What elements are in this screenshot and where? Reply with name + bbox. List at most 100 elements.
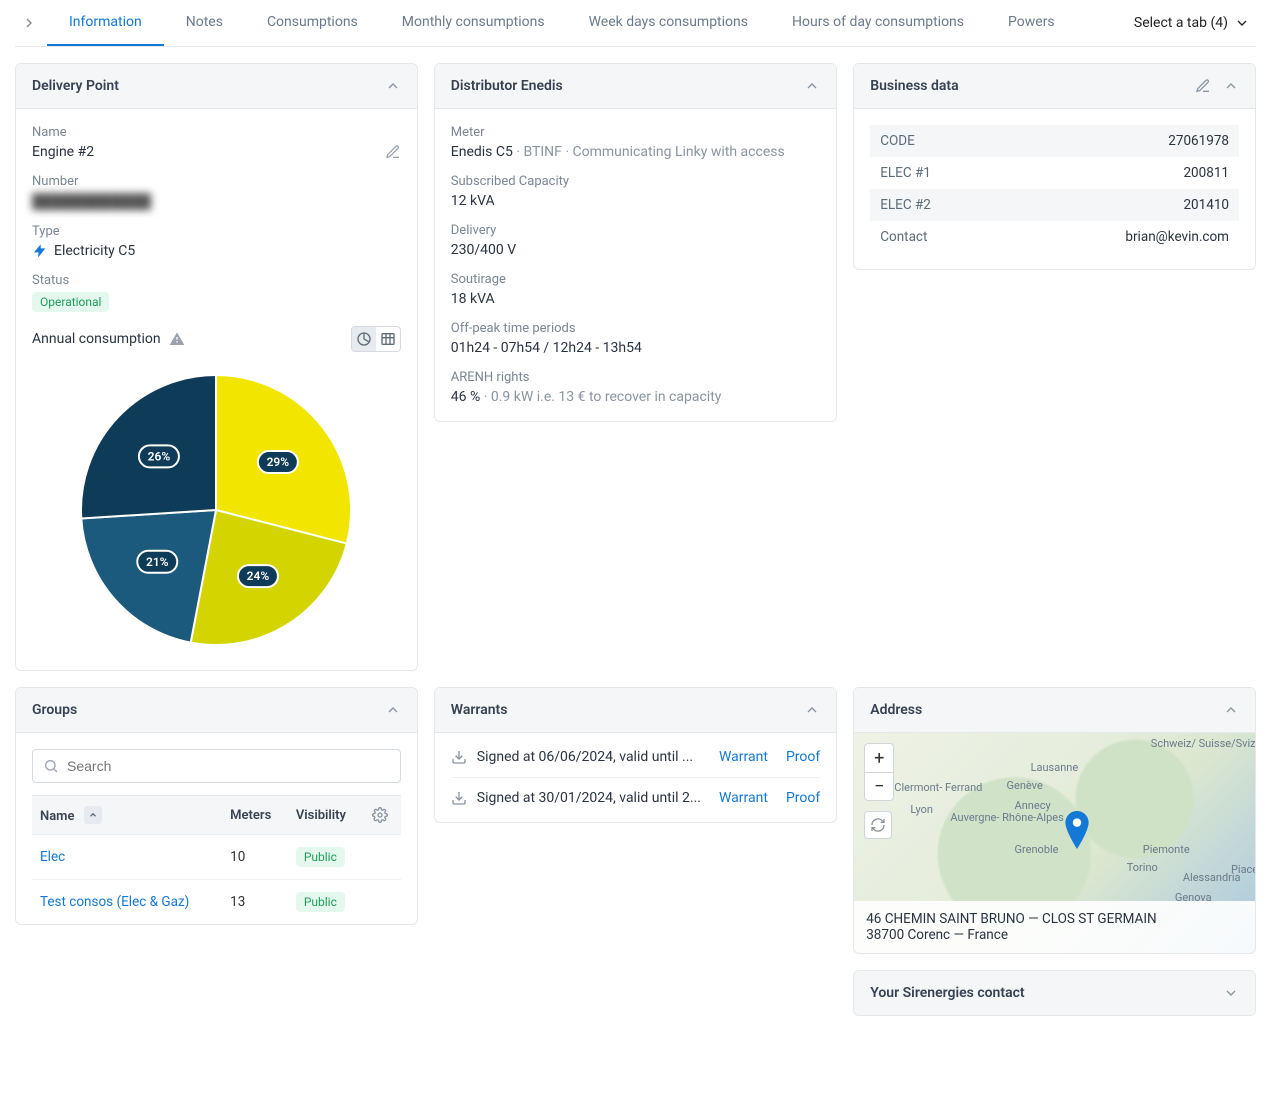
- status-badge: Operational: [32, 292, 109, 312]
- group-link[interactable]: Elec: [40, 849, 65, 865]
- arenh-strong: 46 %: [451, 389, 480, 405]
- card-title: Groups: [32, 702, 77, 718]
- warrant-link[interactable]: Warrant: [719, 790, 768, 806]
- tab-notes[interactable]: Notes: [164, 0, 245, 46]
- chevron-right-icon[interactable]: [15, 3, 47, 43]
- map-label: Alessandria: [1183, 871, 1241, 884]
- refresh-button[interactable]: [864, 811, 892, 839]
- table-view-button[interactable]: [376, 327, 400, 351]
- arenh-label: ARENH rights: [451, 370, 820, 385]
- map-label: Lyon: [910, 803, 933, 816]
- chevron-up-icon[interactable]: [385, 78, 401, 94]
- chevron-up-icon[interactable]: [385, 702, 401, 718]
- search-icon: [43, 758, 59, 774]
- card-title: Distributor Enedis: [451, 78, 563, 94]
- bd-value: brian@kevin.com: [1004, 221, 1239, 253]
- table-row: CODE27061978: [870, 125, 1239, 157]
- svg-text:21%: 21%: [146, 555, 169, 569]
- warrant-link[interactable]: Warrant: [719, 749, 768, 765]
- chevron-up-icon[interactable]: [1223, 702, 1239, 718]
- edit-icon[interactable]: [1195, 78, 1211, 94]
- address-card: Address + − Schweiz/ Suisse/Svizzera/ Sv…: [853, 687, 1256, 954]
- map-label: Auvergne- Rhône-Alpes: [950, 811, 1063, 824]
- bd-label: ELEC #2: [870, 189, 1004, 221]
- sort-asc-icon[interactable]: [84, 806, 102, 824]
- meter-strong: Enedis C5: [451, 144, 513, 160]
- bd-value: 200811: [1004, 157, 1239, 189]
- tab-powers[interactable]: Powers: [986, 0, 1077, 46]
- warrants-card: Warrants Signed at 06/06/2024, valid unt…: [434, 687, 837, 823]
- delivery-point-card: Delivery Point Name Engine #2 Number ███…: [15, 63, 418, 671]
- map-marker-icon: [1063, 811, 1091, 853]
- card-title: Address: [870, 702, 922, 718]
- soutirage-value: 18 kVA: [451, 291, 820, 307]
- list-item: Signed at 30/01/2024, valid until 2... W…: [451, 778, 820, 818]
- map-label: Annecy: [1015, 799, 1051, 812]
- table-row: ELEC #2201410: [870, 189, 1239, 221]
- proof-link[interactable]: Proof: [786, 749, 820, 765]
- zoom-out-button[interactable]: −: [865, 772, 893, 800]
- col-meters[interactable]: Meters: [222, 796, 288, 835]
- visibility-badge: Public: [296, 892, 345, 912]
- address-line1: 46 CHEMIN SAINT BRUNO — CLOS ST GERMAIN: [866, 911, 1243, 927]
- tab-monthly-consumptions[interactable]: Monthly consumptions: [380, 0, 567, 46]
- bd-value: 201410: [1004, 189, 1239, 221]
- table-row: ELEC #1200811: [870, 157, 1239, 189]
- col-visibility[interactable]: Visibility: [288, 796, 364, 835]
- edit-icon[interactable]: [385, 144, 401, 160]
- capacity-label: Subscribed Capacity: [451, 174, 820, 189]
- gear-icon[interactable]: [372, 807, 393, 823]
- soutirage-label: Soutirage: [451, 272, 820, 287]
- bd-value: 27061978: [1004, 125, 1239, 157]
- sirenergies-contact-card: Your Sirenergies contact: [853, 970, 1256, 1016]
- table-row: Contactbrian@kevin.com: [870, 221, 1239, 253]
- bd-label: Contact: [870, 221, 1004, 253]
- chevron-up-icon[interactable]: [804, 702, 820, 718]
- tab-hours-of-day-consumptions[interactable]: Hours of day consumptions: [770, 0, 986, 46]
- warning-icon[interactable]: [169, 331, 185, 347]
- card-title: Your Sirenergies contact: [870, 985, 1024, 1001]
- tab-week-days-consumptions[interactable]: Week days consumptions: [567, 0, 770, 46]
- map[interactable]: + − Schweiz/ Suisse/Svizzera/ SvizraLaus…: [854, 733, 1255, 953]
- groups-table: Name Meters Visibility: [32, 795, 401, 924]
- offpeak-value: 01h24 - 07h54 / 12h24 - 13h54: [451, 340, 820, 356]
- col-name[interactable]: Name: [32, 796, 222, 835]
- name-label: Name: [32, 125, 401, 140]
- name-value: Engine #2: [32, 144, 94, 160]
- tab-select-label: Select a tab (4): [1134, 15, 1228, 31]
- tab-consumptions[interactable]: Consumptions: [245, 0, 380, 46]
- type-value: Electricity C5: [54, 243, 135, 259]
- proof-link[interactable]: Proof: [786, 790, 820, 806]
- map-label: Clermont- Ferrand: [894, 781, 982, 794]
- col-name-label: Name: [40, 809, 74, 824]
- map-label: Grenoble: [1015, 843, 1059, 856]
- card-title: Delivery Point: [32, 78, 119, 94]
- tab-information[interactable]: Information: [47, 0, 164, 46]
- download-icon[interactable]: [451, 790, 467, 806]
- distributor-card: Distributor Enedis Meter Enedis C5 · BTI…: [434, 63, 837, 422]
- list-item: Signed at 06/06/2024, valid until ... Wa…: [451, 737, 820, 778]
- svg-text:24%: 24%: [247, 569, 270, 583]
- tab-select-dropdown[interactable]: Select a tab (4): [1134, 15, 1256, 31]
- chart-view-button[interactable]: [352, 327, 376, 351]
- number-label: Number: [32, 174, 401, 189]
- chevron-up-icon[interactable]: [1223, 78, 1239, 94]
- group-meters: 13: [222, 880, 288, 925]
- delivery-label: Delivery: [451, 223, 820, 238]
- zoom-in-button[interactable]: +: [865, 744, 893, 772]
- download-icon[interactable]: [451, 749, 467, 765]
- annual-consumption-label: Annual consumption: [32, 331, 161, 347]
- map-label: Lausanne: [1031, 761, 1079, 774]
- chevron-down-icon[interactable]: [1223, 985, 1239, 1001]
- view-toggle: [351, 326, 401, 352]
- svg-text:29%: 29%: [267, 455, 290, 469]
- table-row: Test consos (Elec & Gaz) 13 Public: [32, 880, 401, 925]
- search-input[interactable]: [67, 758, 390, 774]
- chevron-up-icon[interactable]: [804, 78, 820, 94]
- group-link[interactable]: Test consos (Elec & Gaz): [40, 894, 189, 910]
- zoom-control: + −: [864, 743, 894, 801]
- svg-text:26%: 26%: [148, 449, 171, 463]
- warrant-text: Signed at 06/06/2024, valid until ...: [477, 749, 701, 765]
- arenh-detail: · 0.9 kW i.e. 13 € to recover in capacit…: [480, 389, 721, 405]
- capacity-value: 12 kVA: [451, 193, 820, 209]
